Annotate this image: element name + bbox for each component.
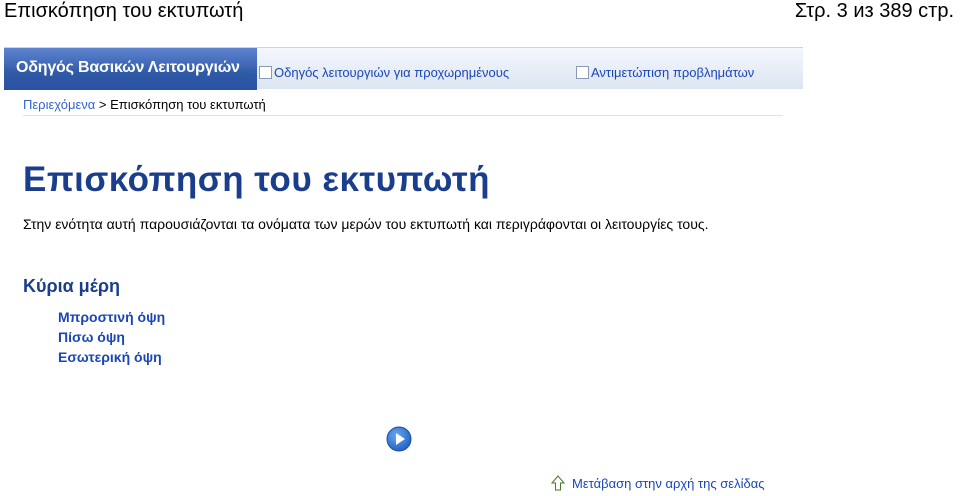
breadcrumb-current: Επισκόπηση του εκτυπωτή (110, 97, 266, 112)
play-circle-icon (386, 426, 412, 452)
tab-marker-icon (576, 66, 589, 79)
breadcrumb-contents-link[interactable]: Περιεχόμενα (23, 97, 95, 112)
tab-troubleshooting-label: Αντιμετώπιση προβλημάτων (591, 65, 755, 80)
link-front-view[interactable]: Μπροστινή όψη (58, 307, 165, 327)
link-rear-view[interactable]: Πίσω όψη (58, 327, 165, 347)
page-counter: Στρ. 3 из 389 стр. (794, 0, 954, 22)
back-to-top-label: Μετάβαση στην αρχή της σελίδας (572, 475, 765, 491)
tab-marker-icon (259, 66, 272, 79)
breadcrumb: Περιεχόμενα > Επισκόπηση του εκτυπωτή (23, 97, 266, 112)
arrow-up-icon (551, 475, 565, 491)
tab-troubleshooting[interactable]: Αντιμετώπιση προβλημάτων (576, 65, 754, 80)
breadcrumb-separator: > (98, 97, 107, 112)
tab-advanced-guide-label: Οδηγός λειτουργιών για προχωρημένους (274, 65, 510, 80)
nav-bar: Οδηγός Βασικών Λειτουργιών Οδηγός λειτου… (4, 47, 803, 90)
window-title: Επισκόπηση του εκτυπωτή (4, 0, 244, 22)
tab-basic-guide-label: Οδηγός Βασικών Λειτουργιών (16, 59, 240, 76)
breadcrumb-divider (23, 115, 783, 116)
section-links: Μπροστινή όψη Πίσω όψη Εσωτερική όψη (58, 307, 165, 367)
back-to-top-link[interactable]: Μετάβαση στην αρχή της σελίδας (551, 475, 765, 491)
link-inside-view[interactable]: Εσωτερική όψη (58, 347, 165, 367)
tab-basic-guide[interactable]: Οδηγός Βασικών Λειτουργιών (4, 48, 257, 90)
section-title-main-parts: Κύρια μέρη (23, 276, 120, 296)
next-page-button[interactable] (386, 426, 412, 452)
intro-text: Στην ενότητα αυτή παρουσιάζονται τα ονόμ… (23, 216, 709, 232)
tab-advanced-guide[interactable]: Οδηγός λειτουργιών για προχωρημένους (259, 65, 509, 80)
page-title: Επισκόπηση του εκτυπωτή (23, 160, 490, 199)
